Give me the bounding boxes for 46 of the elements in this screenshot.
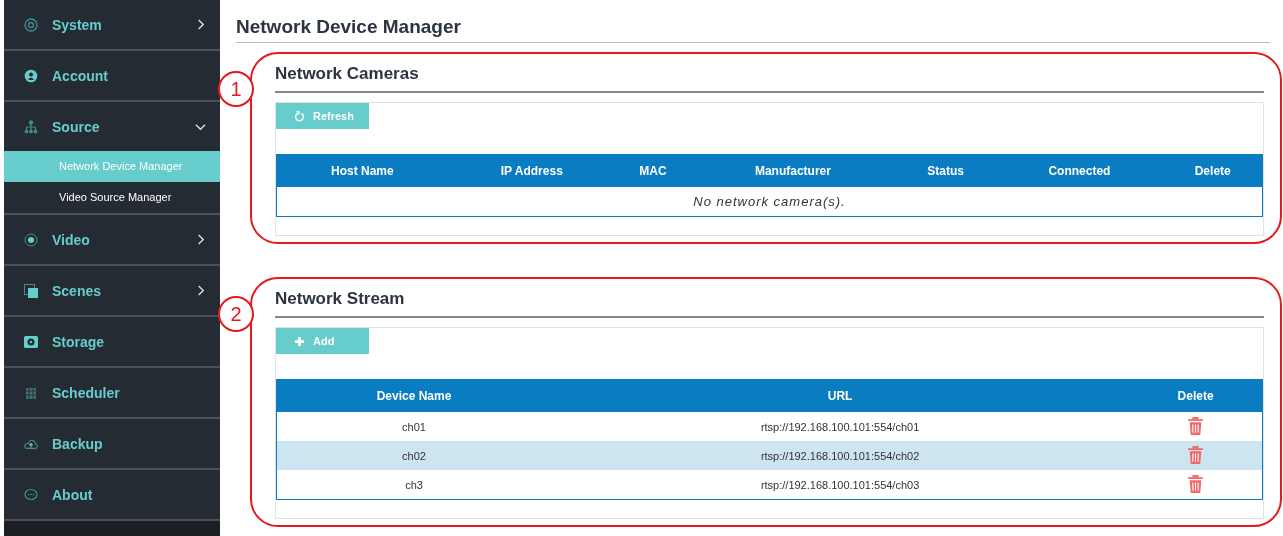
sidebar-item[interactable]: Video [4,215,220,264]
column-header: Device Name [276,379,551,412]
sidebar-item[interactable]: System [4,0,220,49]
column-header: Connected [995,154,1164,187]
sidebar-item[interactable]: Backup [4,419,220,468]
table-row[interactable]: ch3 rtsp://192.168.100.101:554/ch03 [276,470,1263,500]
plus-icon [294,335,305,347]
table-cell: rtsp://192.168.100.101:554/ch03 [760,478,920,491]
callout-number: 2 [218,296,254,332]
section-title: Network Cameras [275,64,1264,93]
table-cell: ch01 [402,420,426,433]
section-title: Network Stream [275,289,1264,318]
trash-icon[interactable] [1187,446,1205,465]
table-cell: ch02 [402,449,426,462]
column-header: Manufacturer [689,154,896,187]
sidebar-item[interactable]: Storage [4,317,220,366]
user-icon [24,68,38,83]
sidebar-item[interactable]: About [4,470,220,519]
column-header: URL [551,379,1130,412]
sidebar-item[interactable]: Scenes [4,266,220,315]
column-header: IP Address [447,154,616,187]
submenu-item[interactable]: Video Source Manager [4,182,220,213]
column-header: Status [895,154,996,187]
page-title: Network Device Manager [236,16,1270,43]
table-cell: ch3 [405,478,423,491]
trash-icon[interactable] [1187,417,1205,436]
callout-number: 1 [218,71,254,107]
empty-message: No network camera(s). [276,187,1263,217]
table-cell: rtsp://192.168.100.101:554/ch02 [760,449,920,462]
column-header: MAC [615,154,690,187]
table-cell: rtsp://192.168.100.101:554/ch01 [760,420,920,433]
sidebar-item[interactable]: Source [4,102,220,151]
column-header: Delete [1129,379,1263,412]
sidebar-item[interactable]: Account [4,51,220,100]
hierarchy-icon [24,119,38,134]
column-header: Delete [1163,154,1263,187]
sidebar-item[interactable]: Scheduler [4,368,220,417]
refresh-icon [294,110,305,122]
trash-icon[interactable] [1187,475,1205,494]
radio-icon [24,232,38,247]
column-header: Host Name [276,154,448,187]
chat-icon [24,487,38,502]
calendar-icon [24,385,38,400]
table-row[interactable]: ch01 rtsp://192.168.100.101:554/ch01 [276,412,1263,441]
target-icon [24,17,38,32]
layers-icon [24,283,38,298]
